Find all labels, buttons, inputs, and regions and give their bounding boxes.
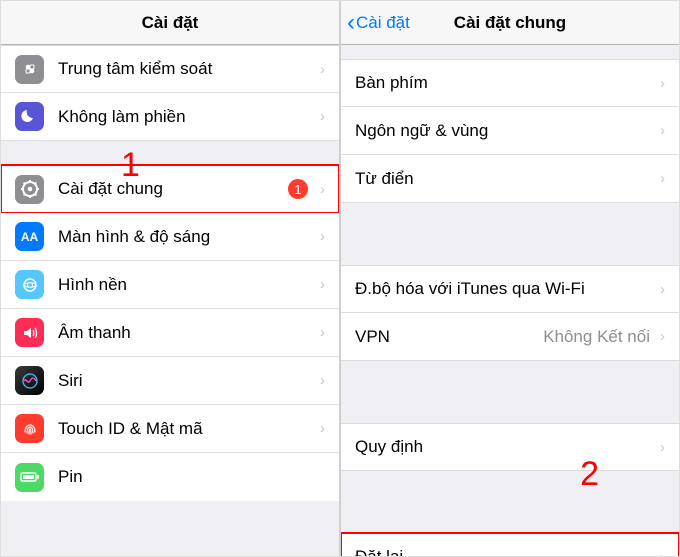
general-list: Bàn phím › Ngôn ngữ & vùng › Từ điển › Đ… [341,45,679,556]
row-general[interactable]: Cài đặt chung 1 › [1,165,339,213]
back-button[interactable]: ‹ Cài đặt [347,1,410,45]
nav-bar: Cài đặt [1,1,339,45]
chevron-right-icon: › [320,420,325,437]
notification-badge: 1 [288,179,308,199]
row-label: Từ điển [355,169,656,189]
chevron-right-icon: › [320,276,325,293]
chevron-right-icon: › [320,181,325,198]
row-display[interactable]: AA Màn hình & độ sáng › [1,213,339,261]
chevron-right-icon: › [660,439,665,456]
chevron-right-icon: › [320,228,325,245]
chevron-right-icon: › [320,372,325,389]
row-value: Không Kết nối [543,327,650,347]
control-center-icon [15,55,44,84]
group-separator [341,203,679,265]
chevron-right-icon: › [660,75,665,92]
row-label: Hình nền [58,275,316,295]
row-label: Ngôn ngữ & vùng [355,121,656,141]
nav-title: Cài đặt chung [454,13,566,33]
row-label: Quy định [355,437,656,457]
row-label: Cài đặt chung [58,179,288,199]
row-dictionary[interactable]: Từ điển › [341,155,679,203]
row-keyboard[interactable]: Bàn phím › [341,59,679,107]
row-label: VPN [355,327,543,347]
fingerprint-icon [15,414,44,443]
group-separator [341,471,679,533]
row-itunes-wifi-sync[interactable]: Đ.bộ hóa với iTunes qua Wi-Fi › [341,265,679,313]
row-regulatory[interactable]: Quy định › [341,423,679,471]
group-separator [1,141,339,165]
back-label: Cài đặt [356,13,410,33]
row-control-center[interactable]: Trung tâm kiểm soát › [1,45,339,93]
moon-icon [15,102,44,131]
row-siri[interactable]: Siri › [1,357,339,405]
row-reset[interactable]: Đặt lại › [341,533,679,556]
chevron-right-icon: › [660,549,665,557]
row-label: Pin [58,467,325,487]
row-do-not-disturb[interactable]: Không làm phiền › [1,93,339,141]
chevron-right-icon: › [660,170,665,187]
settings-pane: Cài đặt Trung tâm kiểm soát › Không làm … [1,1,341,556]
battery-icon [15,463,44,492]
row-label: Siri [58,371,316,391]
chevron-right-icon: › [660,122,665,139]
row-label: Trung tâm kiểm soát [58,59,316,79]
row-label: Không làm phiền [58,107,316,127]
chevron-left-icon: ‹ [347,11,355,35]
row-language-region[interactable]: Ngôn ngữ & vùng › [341,107,679,155]
siri-icon [15,366,44,395]
nav-title: Cài đặt [142,13,199,33]
row-touchid[interactable]: Touch ID & Mật mã › [1,405,339,453]
settings-list: Trung tâm kiểm soát › Không làm phiền › … [1,45,339,556]
row-battery[interactable]: Pin [1,453,339,501]
group-separator [341,45,679,59]
nav-bar: ‹ Cài đặt Cài đặt chung [341,1,679,45]
chevron-right-icon: › [660,328,665,345]
row-label: Âm thanh [58,323,316,343]
row-label: Đặt lại [355,547,656,556]
row-label: Bàn phím [355,73,656,93]
row-vpn[interactable]: VPN Không Kết nối › [341,313,679,361]
display-icon: AA [15,222,44,251]
general-pane: ‹ Cài đặt Cài đặt chung Bàn phím › Ngôn … [341,1,679,556]
row-wallpaper[interactable]: Hình nền › [1,261,339,309]
row-label: Touch ID & Mật mã [58,419,316,439]
chevron-right-icon: › [320,61,325,78]
chevron-right-icon: › [660,281,665,298]
sound-icon [15,318,44,347]
chevron-right-icon: › [320,108,325,125]
group-separator [341,361,679,423]
chevron-right-icon: › [320,324,325,341]
gear-icon [15,175,44,204]
wallpaper-icon [15,270,44,299]
row-label: Màn hình & độ sáng [58,227,316,247]
row-sound[interactable]: Âm thanh › [1,309,339,357]
row-label: Đ.bộ hóa với iTunes qua Wi-Fi [355,279,656,299]
